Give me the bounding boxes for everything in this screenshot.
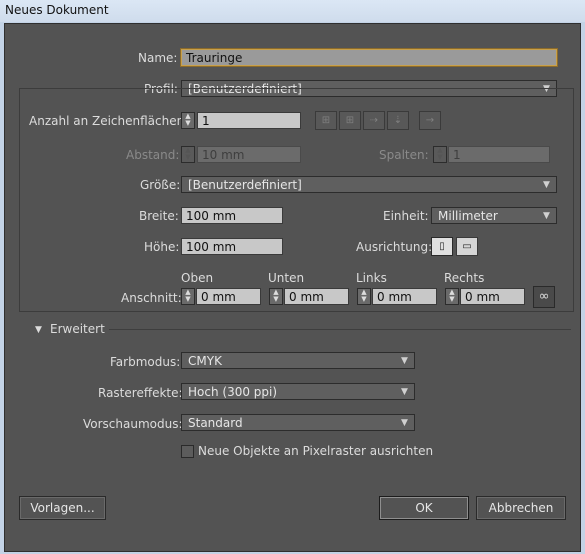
title-bar: Neues Dokument (0, 0, 585, 22)
abstand-label: Abstand: (126, 148, 180, 162)
chevron-down-icon: ▼ (401, 418, 408, 428)
chevron-down-icon: ▼ (401, 387, 408, 397)
chain-link-icon[interactable]: ∞ (533, 286, 555, 308)
arrange-by-row-icon[interactable]: ⇢ (363, 111, 385, 130)
rastereffekte-dropdown[interactable]: Hoch (300 ppi) ▼ (181, 383, 415, 400)
spalten-input[interactable]: 1 (448, 146, 550, 163)
unten-input[interactable]: 0 mm (284, 288, 349, 305)
landscape-icon[interactable]: ▭ (456, 237, 478, 256)
grid-by-row-icon[interactable]: ⊞ (315, 111, 337, 130)
rechts-label: Rechts (444, 271, 485, 285)
triangle-down-icon[interactable]: ▼ (35, 322, 42, 338)
hoehe-label: Höhe: (144, 240, 180, 254)
hoehe-input[interactable]: 100 mm (181, 238, 283, 255)
pixelraster-label[interactable]: Neue Objekte an Pixelraster ausrichten (198, 443, 433, 459)
unten-label: Unten (268, 271, 305, 285)
name-input[interactable]: Trauringe (181, 49, 557, 66)
farbmodus-dropdown[interactable]: CMYK ▼ (181, 352, 415, 369)
erweitert-divider (109, 329, 571, 330)
vorlagen-button[interactable]: Vorlagen... (19, 496, 106, 520)
links-label: Links (356, 271, 387, 285)
spalten-label: Spalten: (379, 148, 429, 162)
artboards-label: Anzahl an Zeichenflächen: (29, 113, 189, 129)
oben-input[interactable]: 0 mm (196, 288, 261, 305)
einheit-value: Millimeter (438, 209, 498, 223)
breite-input[interactable]: 100 mm (181, 207, 283, 224)
pixelraster-checkbox[interactable] (181, 445, 194, 458)
vorschaumodus-dropdown[interactable]: Standard ▼ (181, 414, 415, 431)
window-title: Neues Dokument (5, 3, 109, 17)
abstand-stepper[interactable]: ▲ ▼ (181, 146, 195, 163)
oben-label: Oben (181, 271, 214, 285)
chevron-down-icon: ▼ (543, 211, 550, 221)
right-to-left-icon[interactable]: → (419, 111, 441, 130)
artboards-stepper[interactable]: ▲ ▼ (181, 112, 195, 129)
rechts-input[interactable]: 0 mm (460, 288, 525, 305)
links-stepper[interactable]: ▲ ▼ (357, 288, 371, 305)
groesse-label: Größe: (140, 178, 181, 192)
groesse-dropdown[interactable]: [Benutzerdefiniert] ▼ (181, 176, 557, 193)
breite-label: Breite: (139, 209, 179, 223)
rastereffekte-label: Rastereffekte: (98, 386, 183, 400)
unten-stepper[interactable]: ▲ ▼ (269, 288, 283, 305)
ausrichtung-label: Ausrichtung: (356, 240, 433, 254)
name-label: Name: (138, 51, 178, 65)
erweitert-toggle[interactable]: Erweitert (50, 321, 105, 337)
farbmodus-value: CMYK (188, 354, 222, 368)
ok-button[interactable]: OK (379, 496, 469, 520)
links-input[interactable]: 0 mm (372, 288, 437, 305)
spalten-stepper[interactable]: ▲ ▼ (433, 146, 447, 163)
farbmodus-label: Farbmodus: (110, 355, 181, 369)
vorschaumodus-value: Standard (188, 416, 243, 430)
einheit-dropdown[interactable]: Millimeter ▼ (431, 207, 557, 224)
rechts-stepper[interactable]: ▲ ▼ (445, 288, 459, 305)
chevron-down-icon: ▼ (543, 180, 550, 190)
rastereffekte-value: Hoch (300 ppi) (188, 385, 278, 399)
abstand-input[interactable]: 10 mm (197, 146, 301, 163)
oben-stepper[interactable]: ▲ ▼ (181, 288, 195, 305)
einheit-label: Einheit: (383, 209, 429, 223)
groesse-value: [Benutzerdefiniert] (188, 178, 302, 192)
portrait-icon[interactable]: ▯ (431, 237, 453, 256)
artboards-input[interactable]: 1 (197, 112, 301, 129)
arrange-by-column-icon[interactable]: ⇣ (387, 111, 409, 130)
anschnitt-label: Anschnitt: (121, 291, 182, 305)
abbrechen-button[interactable]: Abbrechen (476, 496, 566, 520)
vorschaumodus-label: Vorschaumodus: (83, 417, 183, 431)
grid-by-column-icon[interactable]: ⊞ (339, 111, 361, 130)
chevron-down-icon: ▼ (401, 356, 408, 366)
dialog-panel: Name: Trauringe Profil: [Benutzerdefinie… (4, 23, 581, 552)
